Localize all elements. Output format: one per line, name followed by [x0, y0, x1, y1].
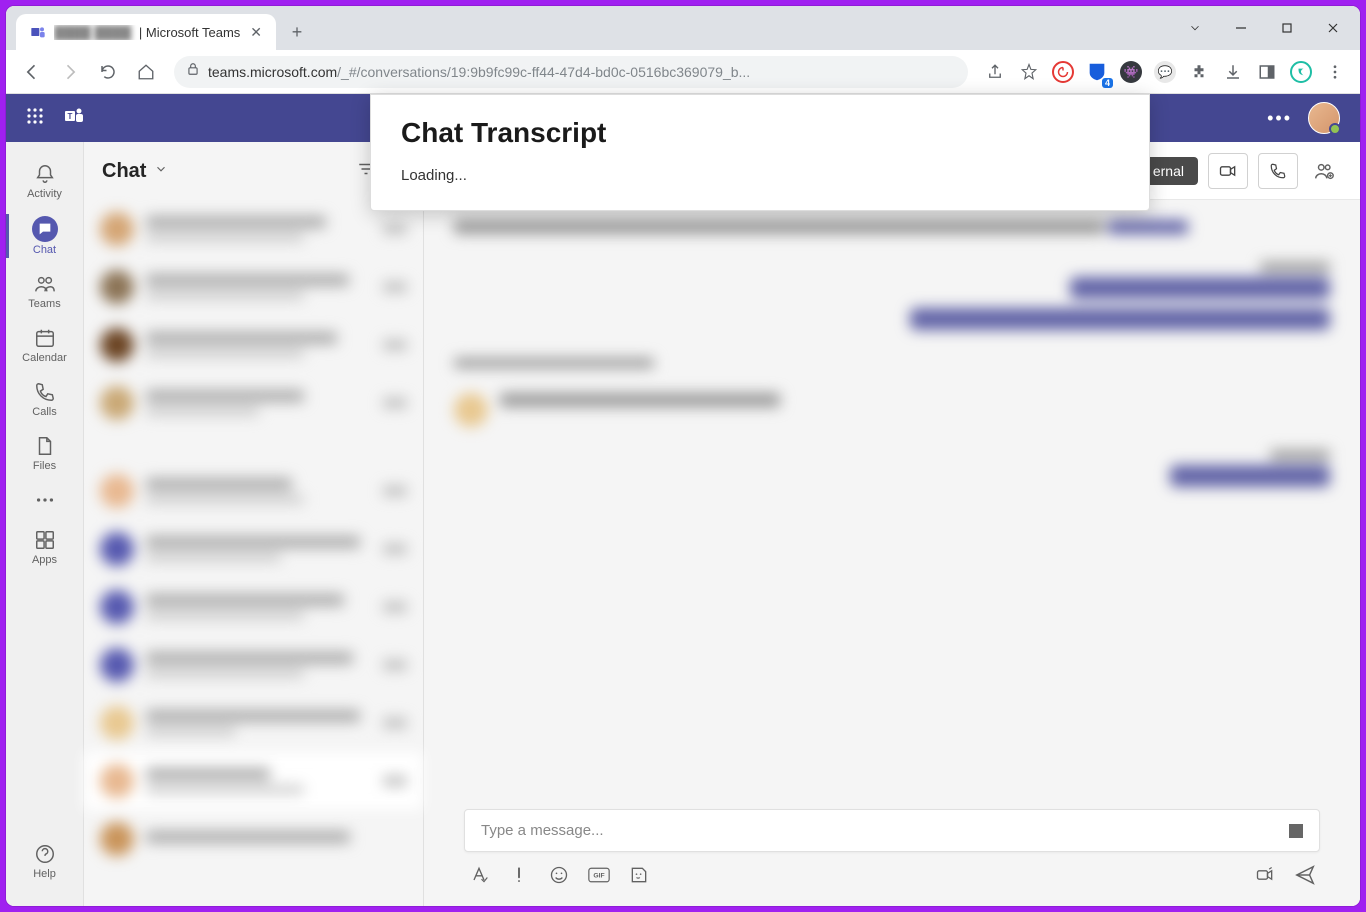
rail-apps[interactable]: Apps: [6, 520, 83, 574]
discord-extension-icon[interactable]: 👾: [1116, 57, 1146, 87]
chat-transcript-popup: Chat Transcript Loading...: [370, 94, 1150, 211]
phone-icon: [33, 380, 57, 404]
conversation-panel: ernal Type a message...: [424, 142, 1360, 906]
priority-icon[interactable]: [508, 864, 530, 886]
chevron-down-icon[interactable]: [154, 162, 168, 181]
extension-badge: 4: [1102, 78, 1113, 88]
home-button[interactable]: [130, 56, 162, 88]
teams-favicon: [30, 24, 46, 40]
popup-title: Chat Transcript: [401, 117, 1119, 149]
browser-menu-icon[interactable]: [1320, 57, 1350, 87]
rail-activity[interactable]: Activity: [6, 154, 83, 208]
file-icon: [33, 434, 57, 458]
chat-items-blurred: [84, 200, 423, 906]
bookmark-star-icon[interactable]: [1014, 57, 1044, 87]
apps-icon: [33, 528, 57, 552]
chat-icon: [32, 216, 58, 242]
rail-teams[interactable]: Teams: [6, 264, 83, 318]
back-button[interactable]: [16, 56, 48, 88]
add-people-button[interactable]: [1308, 155, 1340, 187]
video-call-button[interactable]: [1208, 153, 1248, 189]
send-button[interactable]: [1294, 864, 1316, 886]
extensions-puzzle-icon[interactable]: [1184, 57, 1214, 87]
url-text: teams.microsoft.com/_#/conversations/19:…: [208, 64, 750, 80]
browser-titlebar: ████ ████ | Microsoft Teams ✕ +: [6, 6, 1360, 50]
messages-blurred: [424, 200, 1360, 799]
message-placeholder: Type a message...: [481, 822, 1289, 839]
browser-tab[interactable]: ████ ████ | Microsoft Teams ✕: [16, 14, 276, 50]
rail-help[interactable]: Help: [6, 834, 83, 888]
popup-status: Loading...: [401, 167, 1119, 184]
user-avatar[interactable]: [1308, 102, 1340, 134]
window-maximize-icon[interactable]: [1264, 12, 1310, 44]
sidepanel-icon[interactable]: [1252, 57, 1282, 87]
chat-list-panel: Chat: [84, 142, 424, 906]
downloads-icon[interactable]: [1218, 57, 1248, 87]
chat-list-title: Chat: [102, 160, 146, 183]
browser-toolbar: teams.microsoft.com/_#/conversations/19:…: [6, 50, 1360, 94]
window-close-icon[interactable]: [1310, 12, 1356, 44]
presence-available-icon: [1329, 123, 1341, 135]
help-icon: [33, 842, 57, 866]
header-more-icon[interactable]: •••: [1267, 108, 1292, 129]
more-icon: [33, 488, 57, 512]
ublock-extension-icon[interactable]: [1048, 57, 1078, 87]
people-icon: [33, 272, 57, 296]
app-launcher-icon[interactable]: [26, 107, 44, 130]
window-minimize-icon[interactable]: [1218, 12, 1264, 44]
lock-icon: [186, 62, 200, 81]
chat-transcript-extension-icon[interactable]: 💬: [1150, 57, 1180, 87]
rail-chat[interactable]: Chat: [6, 208, 83, 264]
stop-icon: [1289, 824, 1303, 838]
rail-more[interactable]: [6, 480, 83, 520]
address-bar[interactable]: teams.microsoft.com/_#/conversations/19:…: [174, 56, 968, 88]
bitwarden-extension-icon[interactable]: 4: [1082, 57, 1112, 87]
teams-logo-icon[interactable]: T: [62, 104, 86, 133]
message-input[interactable]: Type a message...: [464, 809, 1320, 852]
message-composer: Type a message... GIF: [424, 799, 1360, 906]
emoji-icon[interactable]: [548, 864, 570, 886]
new-tab-button[interactable]: +: [282, 17, 312, 47]
bell-icon: [33, 162, 57, 186]
rail-files[interactable]: Files: [6, 426, 83, 480]
svg-text:T: T: [68, 112, 73, 121]
svg-text:GIF: GIF: [593, 873, 604, 880]
audio-call-button[interactable]: [1258, 153, 1298, 189]
gif-icon[interactable]: GIF: [588, 864, 610, 886]
reload-button[interactable]: [92, 56, 124, 88]
surfshark-extension-icon[interactable]: [1286, 57, 1316, 87]
format-icon[interactable]: [468, 864, 490, 886]
calendar-icon: [33, 326, 57, 350]
sticker-icon[interactable]: [628, 864, 650, 886]
window-dropdown-icon[interactable]: [1172, 12, 1218, 44]
forward-button[interactable]: [54, 56, 86, 88]
stream-icon[interactable]: [1254, 864, 1276, 886]
share-icon[interactable]: [980, 57, 1010, 87]
rail-calendar[interactable]: Calendar: [6, 318, 83, 372]
tab-title: ████ ████ | Microsoft Teams: [54, 25, 240, 40]
app-rail: Activity Chat Teams Calendar Calls: [6, 142, 84, 906]
rail-calls[interactable]: Calls: [6, 372, 83, 426]
tab-close-icon[interactable]: ✕: [250, 24, 262, 41]
